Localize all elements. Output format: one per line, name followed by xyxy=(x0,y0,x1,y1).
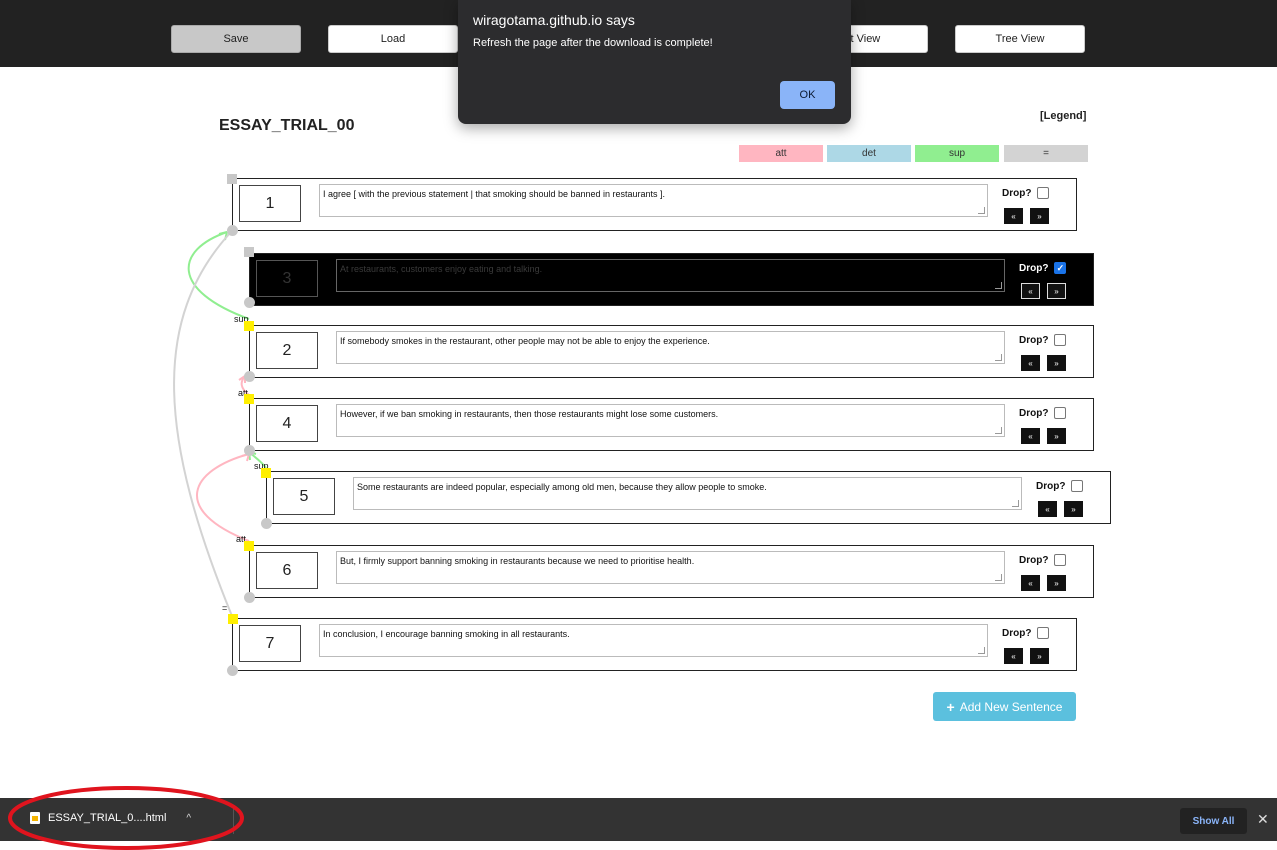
drop-label: Drop? xyxy=(1019,334,1049,346)
drop-checkbox[interactable] xyxy=(1037,187,1050,199)
move-left-button[interactable]: « xyxy=(1021,283,1040,299)
node-handle-top[interactable] xyxy=(227,174,237,184)
node-handle-top[interactable] xyxy=(228,614,238,624)
plus-icon: + xyxy=(946,698,955,715)
move-left-button[interactable]: « xyxy=(1004,648,1023,664)
drop-checkbox[interactable] xyxy=(1054,554,1067,566)
arrow-6-to-4 xyxy=(196,453,250,542)
move-left-button[interactable]: « xyxy=(1021,428,1040,444)
drop-checkbox[interactable] xyxy=(1071,480,1084,492)
relation-label: = xyxy=(222,603,228,613)
move-left-button[interactable]: « xyxy=(1004,208,1023,224)
drop-toggle[interactable]: Drop? ✓ xyxy=(1019,262,1067,274)
drop-checkbox[interactable] xyxy=(1037,627,1050,639)
sentence-row-5: 5 Some restaurants are indeed popular, e… xyxy=(266,471,1111,524)
sentence-textarea[interactable]: I agree [ with the previous statement | … xyxy=(319,184,988,217)
sentence-textarea[interactable]: But, I firmly support banning smoking in… xyxy=(336,551,1005,584)
drop-toggle[interactable]: Drop? xyxy=(1036,480,1084,492)
drop-toggle[interactable]: Drop? xyxy=(1019,407,1067,419)
drop-toggle[interactable]: Drop? xyxy=(1019,554,1067,566)
sentence-textarea[interactable]: At restaurants, customers enjoy eating a… xyxy=(336,259,1005,292)
sentence-textarea[interactable]: However, if we ban smoking in restaurant… xyxy=(336,404,1005,437)
download-file-name: ESSAY_TRIAL_0....html xyxy=(48,812,167,824)
node-handle-top[interactable] xyxy=(244,247,254,257)
node-handle-top[interactable] xyxy=(244,541,254,551)
move-right-button[interactable]: » xyxy=(1047,283,1066,299)
chevron-up-icon[interactable]: ^ xyxy=(186,813,191,824)
node-handle-bottom[interactable] xyxy=(244,445,255,456)
download-item[interactable]: ESSAY_TRIAL_0....html ^ xyxy=(30,812,191,824)
alert-dialog: wiragotama.github.io says Refresh the pa… xyxy=(458,0,851,124)
sentence-row-3: 3 At restaurants, customers enjoy eating… xyxy=(249,253,1094,306)
download-bar xyxy=(0,798,1277,841)
move-right-button[interactable]: » xyxy=(1030,208,1049,224)
sentence-number: 2 xyxy=(256,332,318,369)
node-handle-bottom[interactable] xyxy=(227,665,238,676)
move-left-button[interactable]: « xyxy=(1021,575,1040,591)
add-new-sentence-label: Add New Sentence xyxy=(959,699,1063,714)
sentence-textarea[interactable]: In conclusion, I encourage banning smoki… xyxy=(319,624,988,657)
sentence-row-4: 4 However, if we ban smoking in restaura… xyxy=(249,398,1094,451)
node-handle-bottom[interactable] xyxy=(227,225,238,236)
sentence-row-6: 6 But, I firmly support banning smoking … xyxy=(249,545,1094,598)
sentence-row-2: 2 If somebody smokes in the restaurant, … xyxy=(249,325,1094,378)
show-all-button[interactable]: Show All xyxy=(1180,808,1247,834)
drop-checkbox[interactable] xyxy=(1054,334,1067,346)
node-handle-bottom[interactable] xyxy=(244,297,255,308)
dialog-ok-button[interactable]: OK xyxy=(780,81,835,109)
arrow-7-to-1 xyxy=(173,231,233,617)
add-new-sentence-button[interactable]: + Add New Sentence xyxy=(933,692,1076,721)
node-handle-bottom[interactable] xyxy=(244,592,255,603)
sentence-number: 6 xyxy=(256,552,318,589)
sentence-textarea[interactable]: Some restaurants are indeed popular, esp… xyxy=(353,477,1022,510)
move-left-button[interactable]: « xyxy=(1021,355,1040,371)
drop-label: Drop? xyxy=(1019,262,1049,274)
sentence-row-1: 1 I agree [ with the previous statement … xyxy=(232,178,1077,231)
node-handle-bottom[interactable] xyxy=(261,518,272,529)
drop-toggle[interactable]: Drop? xyxy=(1002,627,1050,639)
drop-toggle[interactable]: Drop? xyxy=(1019,334,1067,346)
dialog-title: wiragotama.github.io says xyxy=(473,12,635,28)
move-right-button[interactable]: » xyxy=(1047,428,1066,444)
node-handle-top[interactable] xyxy=(244,321,254,331)
drop-label: Drop? xyxy=(1002,187,1032,199)
download-divider xyxy=(233,806,234,834)
close-icon[interactable]: ✕ xyxy=(1257,811,1269,828)
dialog-message: Refresh the page after the download is c… xyxy=(473,37,713,49)
sentence-row-7: 7 In conclusion, I encourage banning smo… xyxy=(232,618,1077,671)
drop-label: Drop? xyxy=(1002,627,1032,639)
drop-label: Drop? xyxy=(1019,407,1049,419)
node-handle-bottom[interactable] xyxy=(244,371,255,382)
move-right-button[interactable]: » xyxy=(1047,355,1066,371)
drop-checkbox[interactable] xyxy=(1054,407,1067,419)
drop-checkbox-checked[interactable]: ✓ xyxy=(1054,262,1067,274)
sentence-number: 3 xyxy=(256,260,318,297)
node-handle-top[interactable] xyxy=(244,394,254,404)
sentence-number: 5 xyxy=(273,478,335,515)
move-right-button[interactable]: » xyxy=(1030,648,1049,664)
move-right-button[interactable]: » xyxy=(1047,575,1066,591)
sentence-textarea[interactable]: If somebody smokes in the restaurant, ot… xyxy=(336,331,1005,364)
move-left-button[interactable]: « xyxy=(1038,501,1057,517)
html-file-icon xyxy=(30,812,40,824)
sentence-number: 7 xyxy=(239,625,301,662)
node-handle-top[interactable] xyxy=(261,468,271,478)
drop-label: Drop? xyxy=(1036,480,1066,492)
sentence-number: 1 xyxy=(239,185,301,222)
sentence-number: 4 xyxy=(256,405,318,442)
move-right-button[interactable]: » xyxy=(1064,501,1083,517)
drop-label: Drop? xyxy=(1019,554,1049,566)
drop-toggle[interactable]: Drop? xyxy=(1002,187,1050,199)
